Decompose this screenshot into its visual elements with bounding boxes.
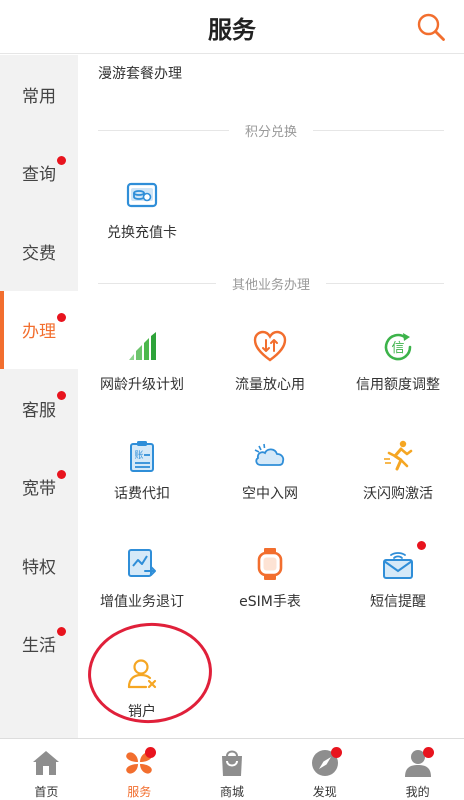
tile-label: 话费代扣 bbox=[114, 486, 170, 502]
sidebar-item-label: 宽带 bbox=[22, 479, 56, 500]
tab-label: 发现 bbox=[312, 785, 337, 799]
bottom-tab-bar: 首页 服务 商城 发现 我的 bbox=[0, 738, 464, 800]
category-sidebar: 常用 查询 交费 办理 客服 宽带 特权 生活 bbox=[0, 55, 78, 738]
notification-dot bbox=[423, 747, 435, 758]
running-man-icon bbox=[384, 440, 413, 471]
tile-label: 兑换充值卡 bbox=[107, 225, 177, 241]
sidebar-item-handle[interactable]: 办理 bbox=[0, 290, 78, 369]
cloud-icon bbox=[254, 443, 285, 466]
sidebar-item-label: 查询 bbox=[22, 165, 56, 186]
section-title-points: 积分兑换 bbox=[98, 121, 444, 140]
shopping-bag-icon bbox=[221, 750, 242, 776]
tab-label: 我的 bbox=[405, 785, 430, 799]
tile-sms-reminder[interactable]: 短信提醒 bbox=[334, 541, 462, 637]
notification-dot bbox=[57, 626, 66, 636]
notification-dot bbox=[57, 391, 66, 400]
tile-credit-limit[interactable]: 信 信用额度调整 bbox=[334, 330, 462, 420]
bill-clipboard-icon: 账 bbox=[130, 441, 154, 472]
sidebar-item-label: 交费 bbox=[22, 243, 56, 264]
notification-dot bbox=[57, 312, 66, 322]
recharge-card-icon bbox=[126, 182, 158, 208]
tile-data-worry-free[interactable]: 流量放心用 bbox=[206, 330, 334, 420]
sidebar-item-label: 客服 bbox=[22, 400, 56, 421]
heart-data-icon bbox=[253, 330, 287, 362]
notification-dot bbox=[145, 747, 157, 758]
tab-label: 服务 bbox=[127, 785, 152, 799]
notification-dot bbox=[417, 541, 426, 550]
tab-service[interactable]: 服务 bbox=[93, 739, 186, 800]
tab-label: 商城 bbox=[219, 785, 244, 799]
tab-discover[interactable]: 发现 bbox=[278, 739, 371, 800]
sidebar-item-privileges[interactable]: 特权 bbox=[0, 526, 78, 605]
notification-dot bbox=[57, 469, 66, 479]
notification-dot bbox=[57, 155, 66, 165]
roaming-package-link[interactable]: 漫游套餐办理 bbox=[98, 63, 182, 83]
tile-recharge-card[interactable]: 兑换充值卡 bbox=[78, 178, 206, 268]
sidebar-item-customer-service[interactable]: 客服 bbox=[0, 369, 78, 448]
section-title-other: 其他业务办理 bbox=[98, 274, 444, 293]
tile-label: eSIM手表 bbox=[239, 594, 301, 610]
tab-mine[interactable]: 我的 bbox=[371, 739, 464, 800]
sidebar-item-life[interactable]: 生活 bbox=[0, 605, 78, 684]
tile-label: 信用额度调整 bbox=[356, 377, 440, 393]
tab-mall[interactable]: 商城 bbox=[186, 739, 279, 800]
svg-text:账: 账 bbox=[134, 450, 143, 461]
home-icon bbox=[33, 751, 60, 775]
sidebar-item-label: 常用 bbox=[22, 86, 56, 107]
tile-label: 沃闪购激活 bbox=[363, 486, 433, 502]
search-icon[interactable] bbox=[416, 12, 446, 42]
tile-flash-buy-activation[interactable]: 沃闪购激活 bbox=[334, 439, 462, 529]
svg-text:信: 信 bbox=[391, 341, 404, 356]
tile-label: 流量放心用 bbox=[235, 377, 305, 393]
sidebar-item-label: 生活 bbox=[22, 636, 56, 657]
tile-esim-watch[interactable]: eSIM手表 bbox=[206, 547, 334, 637]
unsubscribe-icon bbox=[128, 549, 156, 577]
tab-label: 首页 bbox=[34, 785, 59, 799]
sidebar-item-query[interactable]: 查询 bbox=[0, 134, 78, 213]
sidebar-item-payment[interactable]: 交费 bbox=[0, 212, 78, 291]
sidebar-item-broadband[interactable]: 宽带 bbox=[0, 448, 78, 527]
sidebar-item-label: 办理 bbox=[22, 322, 56, 343]
tile-label: 短信提醒 bbox=[370, 594, 426, 610]
sidebar-item-label: 特权 bbox=[22, 557, 56, 578]
signal-bars-icon bbox=[129, 332, 156, 360]
sms-envelope-icon bbox=[383, 552, 413, 579]
tile-label: 增值业务退订 bbox=[100, 594, 184, 610]
tile-air-activation[interactable]: 空中入网 bbox=[206, 439, 334, 529]
tile-label: 空中入网 bbox=[242, 486, 298, 502]
tile-bill-deduction[interactable]: 账 话费代扣 bbox=[78, 439, 206, 529]
app-header: 服务 bbox=[0, 0, 464, 54]
page-title: 服务 bbox=[208, 16, 256, 44]
tile-label: 网龄升级计划 bbox=[100, 377, 184, 393]
watch-icon bbox=[257, 548, 283, 580]
credit-icon: 信 bbox=[384, 333, 412, 361]
sidebar-item-common[interactable]: 常用 bbox=[0, 55, 78, 134]
notification-dot bbox=[330, 747, 342, 758]
tile-network-age-upgrade[interactable]: 网龄升级计划 bbox=[78, 330, 206, 420]
tab-home[interactable]: 首页 bbox=[0, 739, 93, 800]
